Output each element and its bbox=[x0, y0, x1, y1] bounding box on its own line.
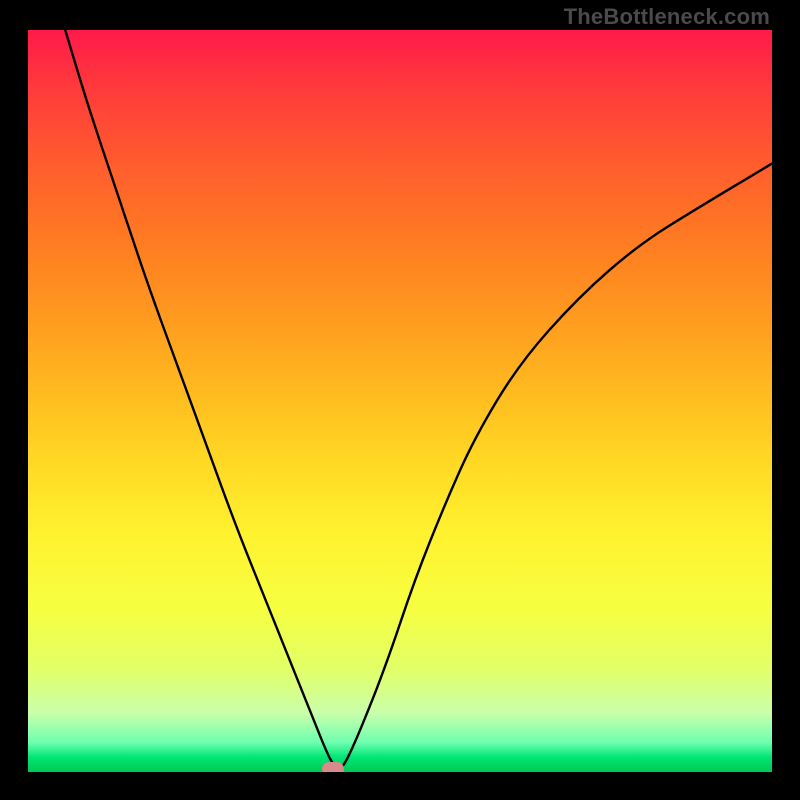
minimum-marker bbox=[322, 762, 344, 772]
curve-svg bbox=[28, 30, 772, 772]
plot-area bbox=[28, 30, 772, 772]
watermark-text: TheBottleneck.com bbox=[564, 4, 770, 30]
chart-frame: TheBottleneck.com bbox=[0, 0, 800, 800]
bottleneck-curve bbox=[65, 30, 772, 769]
